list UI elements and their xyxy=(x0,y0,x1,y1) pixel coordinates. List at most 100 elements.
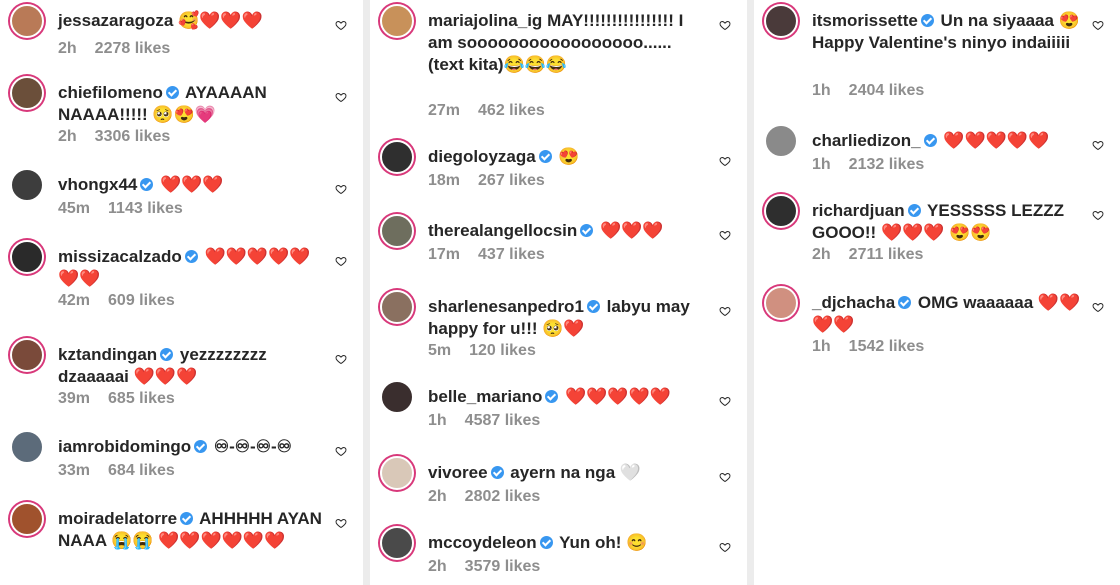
verified-badge-icon xyxy=(539,536,553,550)
comment-likes[interactable]: 3579 likes xyxy=(465,558,541,575)
username-link[interactable]: kztandingan xyxy=(58,345,157,364)
like-heart-icon[interactable] xyxy=(719,18,731,31)
comment-time[interactable]: 1h xyxy=(812,82,831,99)
like-heart-icon[interactable] xyxy=(335,90,347,103)
comment-time[interactable]: 2h xyxy=(58,40,77,57)
username-link[interactable]: belle_mariano xyxy=(428,387,542,406)
comment-likes[interactable]: 267 likes xyxy=(478,172,545,189)
comment-likes[interactable]: 120 likes xyxy=(469,342,536,359)
username-link[interactable]: mccoydeleon xyxy=(428,533,537,552)
username-link[interactable]: chiefilomeno xyxy=(58,83,163,102)
like-heart-icon[interactable] xyxy=(719,540,731,553)
like-heart-icon[interactable] xyxy=(1092,208,1104,221)
like-heart-icon[interactable] xyxy=(719,394,731,407)
username-link[interactable]: mariajolina_ig xyxy=(428,11,542,30)
comment-likes[interactable]: 462 likes xyxy=(478,102,545,119)
comment-likes[interactable]: 2802 likes xyxy=(465,488,541,505)
avatar[interactable] xyxy=(764,4,798,38)
like-heart-icon[interactable] xyxy=(719,304,731,317)
comments-column-3: itsmorissette Un na siyaaaa 😍 Happy Vale… xyxy=(754,0,1120,585)
comment-likes[interactable]: 2404 likes xyxy=(849,82,925,99)
avatar[interactable] xyxy=(380,4,414,38)
verified-badge-icon xyxy=(184,250,198,264)
like-heart-icon[interactable] xyxy=(719,228,731,241)
comment-time[interactable]: 45m xyxy=(58,200,90,217)
avatar[interactable] xyxy=(380,526,414,560)
comment-likes[interactable]: 3306 likes xyxy=(95,128,171,145)
username-link[interactable]: _djchacha xyxy=(812,293,895,312)
comment-likes[interactable]: 685 likes xyxy=(108,390,175,407)
comment-likes[interactable]: 4587 likes xyxy=(465,412,541,429)
comment-body: Yun oh! 😊 xyxy=(554,533,648,552)
username-link[interactable]: vivoree xyxy=(428,463,488,482)
comment-time[interactable]: 2h xyxy=(58,128,77,145)
avatar[interactable] xyxy=(764,194,798,228)
comment-likes[interactable]: 1143 likes xyxy=(108,200,183,217)
comment-likes[interactable]: 2132 likes xyxy=(849,156,925,173)
comment-text: moiradelatorre AHHHHH AYAN NAAA 😭😭 ❤️❤️❤… xyxy=(58,508,327,552)
verified-badge-icon xyxy=(898,296,912,310)
comment-time[interactable]: 5m xyxy=(428,342,451,359)
comment-time[interactable]: 2h xyxy=(428,488,447,505)
like-heart-icon[interactable] xyxy=(335,182,347,195)
comment-time[interactable]: 1h xyxy=(812,338,831,355)
like-heart-icon[interactable] xyxy=(335,254,347,267)
comment-body: ❤️❤️❤️ xyxy=(595,221,664,240)
comment-likes[interactable]: 1542 likes xyxy=(849,338,925,355)
like-heart-icon[interactable] xyxy=(335,444,347,457)
avatar[interactable] xyxy=(10,4,44,38)
comment-time[interactable]: 2h xyxy=(812,246,831,263)
username-link[interactable]: vhongx44 xyxy=(58,175,137,194)
avatar[interactable] xyxy=(380,214,414,248)
avatar[interactable] xyxy=(10,168,44,202)
like-heart-icon[interactable] xyxy=(335,18,347,31)
avatar[interactable] xyxy=(764,286,798,320)
username-link[interactable]: diegoloyzaga xyxy=(428,147,536,166)
like-heart-icon[interactable] xyxy=(1092,18,1104,31)
avatar[interactable] xyxy=(10,240,44,274)
comment-time[interactable]: 42m xyxy=(58,292,90,309)
username-link[interactable]: iamrobidomingo xyxy=(58,437,191,456)
like-heart-icon[interactable] xyxy=(335,516,347,529)
comment-time[interactable]: 2h xyxy=(428,558,447,575)
avatar[interactable] xyxy=(10,338,44,372)
avatar[interactable] xyxy=(380,456,414,490)
comment-text: belle_mariano ❤️❤️❤️❤️❤️ xyxy=(428,386,711,408)
comment-meta: 33m 684 likes xyxy=(58,462,193,480)
username-link[interactable]: moiradelatorre xyxy=(58,509,177,528)
comment-likes[interactable]: 684 likes xyxy=(108,462,175,479)
username-link[interactable]: richardjuan xyxy=(812,201,905,220)
avatar[interactable] xyxy=(380,140,414,174)
like-heart-icon[interactable] xyxy=(1092,138,1104,151)
comment-time[interactable]: 27m xyxy=(428,102,460,119)
verified-badge-icon xyxy=(923,134,937,148)
comment-time[interactable]: 1h xyxy=(428,412,447,429)
like-heart-icon[interactable] xyxy=(719,154,731,167)
comments-collage: jessazaragoza 🥰❤️❤️❤️ 2h 2278 likes chiefil… xyxy=(0,0,1120,585)
comment-meta: 2h 3306 likes xyxy=(58,128,188,146)
username-link[interactable]: charliedizon_ xyxy=(812,131,921,150)
username-link[interactable]: therealangellocsin xyxy=(428,221,577,240)
avatar[interactable] xyxy=(380,290,414,324)
comment-time[interactable]: 17m xyxy=(428,246,460,263)
avatar[interactable] xyxy=(10,76,44,110)
like-heart-icon[interactable] xyxy=(1092,300,1104,313)
comment-likes[interactable]: 437 likes xyxy=(478,246,545,263)
avatar[interactable] xyxy=(10,502,44,536)
comment-likes[interactable]: 2711 likes xyxy=(849,246,924,263)
like-heart-icon[interactable] xyxy=(335,352,347,365)
username-link[interactable]: itsmorissette xyxy=(812,11,918,30)
comment-likes[interactable]: 609 likes xyxy=(108,292,175,309)
comment-likes[interactable]: 2278 likes xyxy=(95,40,171,57)
username-link[interactable]: jessazaragoza xyxy=(58,11,173,30)
username-link[interactable]: sharlenesanpedro1 xyxy=(428,297,584,316)
avatar[interactable] xyxy=(380,380,414,414)
avatar[interactable] xyxy=(764,124,798,158)
comment-time[interactable]: 1h xyxy=(812,156,831,173)
avatar[interactable] xyxy=(10,430,44,464)
comment-time[interactable]: 18m xyxy=(428,172,460,189)
comment-time[interactable]: 39m xyxy=(58,390,90,407)
like-heart-icon[interactable] xyxy=(719,470,731,483)
username-link[interactable]: missizacalzado xyxy=(58,247,182,266)
comment-time[interactable]: 33m xyxy=(58,462,90,479)
